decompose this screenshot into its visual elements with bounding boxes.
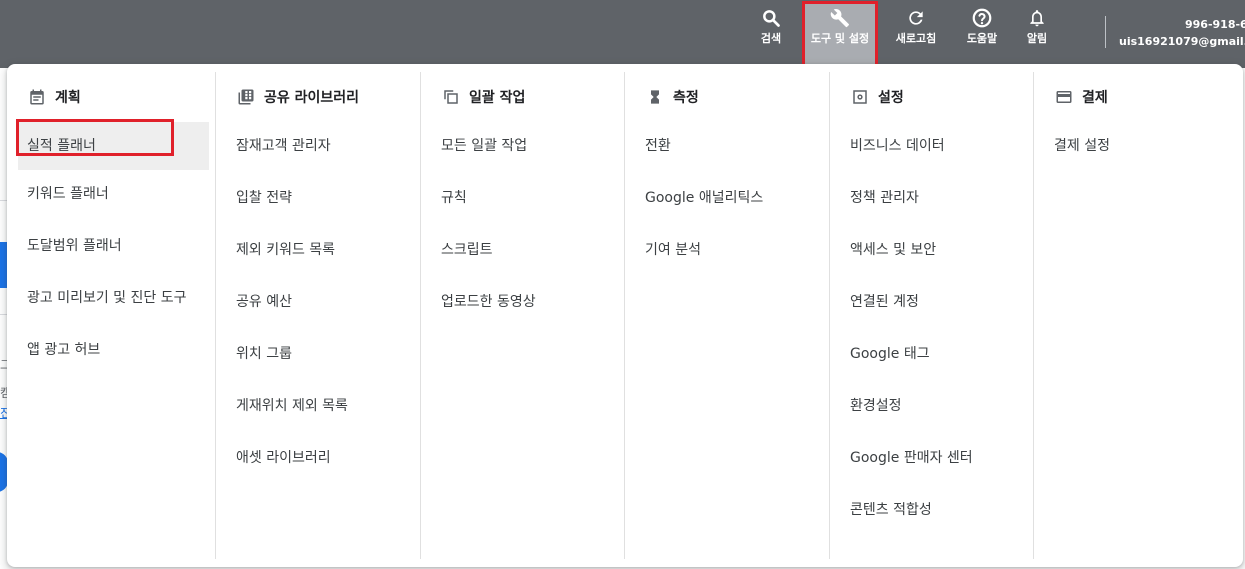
- menu-item-google-merchant-center[interactable]: Google 판매자 센터: [830, 434, 1033, 486]
- credit-card-icon: [1054, 87, 1074, 107]
- menu-item-google-tag[interactable]: Google 태그: [830, 330, 1033, 382]
- menu-item-keyword-planner[interactable]: 키워드 플래너: [7, 170, 215, 222]
- menu-column-header: 일괄 작업: [421, 72, 624, 122]
- menu-column-header: 설정: [830, 72, 1033, 122]
- tools-and-settings-button[interactable]: 도구 및 설정: [802, 1, 878, 67]
- menu-item-reach-planner[interactable]: 도달범위 플래너: [7, 222, 215, 274]
- menu-item-ad-preview-diagnosis[interactable]: 광고 미리보기 및 진단 도구: [7, 274, 215, 326]
- menu-item-business-data[interactable]: 비즈니스 데이터: [830, 122, 1033, 174]
- menu-item-audience-manager[interactable]: 잠재고객 관리자: [216, 122, 420, 174]
- tools-and-settings-menu: 계획 실적 플래너 키워드 플래너 도달범위 플래너 광고 미리보기 및 진단 …: [7, 64, 1243, 567]
- menu-column-planning: 계획 실적 플래너 키워드 플래너 도달범위 플래너 광고 미리보기 및 진단 …: [7, 72, 215, 559]
- wrench-icon: [828, 6, 852, 30]
- refresh-button[interactable]: 새로고침: [888, 6, 944, 62]
- account-email: uis16921079@gmail.com: [1119, 35, 1245, 48]
- search-button[interactable]: 검색: [752, 6, 790, 62]
- hourglass-icon: [645, 87, 665, 107]
- menu-column-title: 계획: [55, 90, 81, 106]
- menu-item-bid-strategies[interactable]: 입찰 전략: [216, 174, 420, 226]
- menu-column-header: 결제: [1034, 72, 1241, 122]
- copy-icon: [441, 87, 461, 107]
- header-divider: [1105, 16, 1106, 48]
- menu-column-title: 결제: [1082, 90, 1108, 106]
- menu-item-asset-library[interactable]: 애셋 라이브러리: [216, 434, 420, 486]
- menu-item-all-bulk-actions[interactable]: 모든 일괄 작업: [421, 122, 624, 174]
- menu-column-billing: 결제 결제 설정: [1033, 72, 1241, 559]
- menu-item-conversions[interactable]: 전환: [625, 122, 829, 174]
- menu-item-linked-accounts[interactable]: 연결된 계정: [830, 278, 1033, 330]
- menu-column-measurement: 측정 전환 Google 애널리틱스 기여 분석: [624, 72, 829, 559]
- menu-item-content-suitability[interactable]: 콘텐츠 적합성: [830, 486, 1033, 538]
- search-icon: [759, 6, 783, 30]
- menu-item-rules[interactable]: 규칙: [421, 174, 624, 226]
- menu-item-scripts[interactable]: 스크립트: [421, 226, 624, 278]
- menu-item-app-advertising-hub[interactable]: 앱 광고 허브: [7, 326, 215, 378]
- help-button-label: 도움말: [966, 32, 998, 45]
- background-divider: [0, 314, 7, 315]
- menu-item-location-groups[interactable]: 위치 그룹: [216, 330, 420, 382]
- menu-column-title: 일괄 작업: [469, 90, 526, 106]
- account-switcher[interactable]: 996-918-62 uis16921079@gmail.com: [1119, 16, 1245, 50]
- menu-item-attribution[interactable]: 기여 분석: [625, 226, 829, 278]
- account-id: 996-918-62: [1185, 18, 1245, 31]
- menu-item-policy-manager[interactable]: 정책 관리자: [830, 174, 1033, 226]
- menu-column-title: 측정: [673, 90, 699, 106]
- menu-column-shared-library: 공유 라이브러리 잠재고객 관리자 입찰 전략 제외 키워드 목록 공유 예산 …: [215, 72, 420, 559]
- search-button-label: 검색: [760, 32, 782, 45]
- top-header-bar: 검색 도구 및 설정 새로고침 도움말 알림 996-918-62 uis169…: [0, 0, 1245, 68]
- help-button[interactable]: 도움말: [960, 6, 1004, 62]
- refresh-button-label: 새로고침: [895, 32, 937, 45]
- library-icon: [236, 87, 256, 107]
- menu-column-header: 공유 라이브러리: [216, 72, 420, 122]
- tools-and-settings-label: 도구 및 설정: [810, 32, 870, 45]
- menu-column-setup: 설정 비즈니스 데이터 정책 관리자 액세스 및 보안 연결된 계정 Googl…: [829, 72, 1033, 559]
- background-divider: [0, 200, 7, 201]
- menu-column-header: 계획: [7, 72, 215, 122]
- menu-item-preferences[interactable]: 환경설정: [830, 382, 1033, 434]
- menu-item-negative-keyword-lists[interactable]: 제외 키워드 목록: [216, 226, 420, 278]
- menu-item-access-and-security[interactable]: 액세스 및 보안: [830, 226, 1033, 278]
- refresh-icon: [904, 6, 928, 30]
- settings-icon: [850, 87, 870, 107]
- bell-icon: [1025, 6, 1049, 30]
- menu-item-google-analytics[interactable]: Google 애널리틱스: [625, 174, 829, 226]
- calendar-icon: [27, 87, 47, 107]
- menu-item-uploaded-videos[interactable]: 업로드한 동영상: [421, 278, 624, 330]
- menu-column-title: 설정: [878, 90, 904, 106]
- menu-item-performance-planner[interactable]: 실적 플래너: [18, 122, 209, 170]
- background-button-fragment: [0, 242, 7, 288]
- notifications-button[interactable]: 알림: [1020, 6, 1054, 62]
- help-icon: [970, 6, 994, 30]
- notifications-button-label: 알림: [1026, 32, 1048, 45]
- menu-column-title: 공유 라이브러리: [264, 90, 360, 106]
- menu-column-bulk-actions: 일괄 작업 모든 일괄 작업 규칙 스크립트 업로드한 동영상: [420, 72, 624, 559]
- menu-item-shared-budgets[interactable]: 공유 예산: [216, 278, 420, 330]
- menu-column-header: 측정: [625, 72, 829, 122]
- menu-item-placement-exclusion-lists[interactable]: 게재위치 제외 목록: [216, 382, 420, 434]
- menu-item-billing-settings[interactable]: 결제 설정: [1034, 122, 1241, 174]
